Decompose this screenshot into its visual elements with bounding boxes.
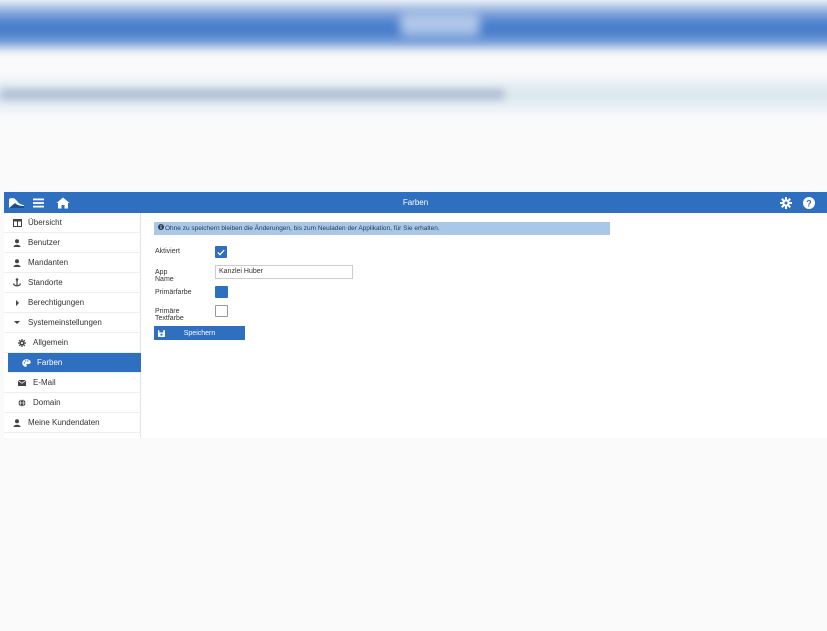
palette-icon xyxy=(21,358,31,368)
sidebar-item-email[interactable]: E-Mail xyxy=(4,373,141,393)
blurred-text xyxy=(0,89,505,100)
save-button[interactable]: Speichern xyxy=(154,326,245,340)
sidebar-item-label: Meine Kundendaten xyxy=(28,418,100,427)
sidebar-item-label: Domain xyxy=(33,398,61,407)
info-banner: Ohne zu speichern bleiben die Änderungen… xyxy=(154,222,610,235)
sidebar-item-farben[interactable]: Farben xyxy=(8,353,141,373)
sidebar-item-uebersicht[interactable]: Übersicht xyxy=(4,213,141,233)
save-button-label: Speichern xyxy=(183,329,216,337)
user-icon xyxy=(12,238,22,248)
primary-text-color-picker[interactable] xyxy=(215,305,228,317)
primary-text-color-label: Primäre Textfarbe xyxy=(155,308,184,322)
sidebar-item-label: Allgemein xyxy=(33,338,69,347)
primary-color-label: Primärfarbe xyxy=(155,289,192,296)
sidebar-item-label: Benutzer xyxy=(28,238,61,247)
sidebar-item-label: Übersicht xyxy=(28,218,62,227)
sidebar-item-standorte[interactable]: Standorte xyxy=(4,273,141,293)
activated-checkbox[interactable] xyxy=(215,246,227,258)
gear-icon[interactable] xyxy=(778,192,794,213)
sidebar-item-label: Mandanten xyxy=(28,258,69,267)
check-icon xyxy=(217,249,225,256)
gear-icon xyxy=(17,338,27,348)
primary-color-picker[interactable] xyxy=(215,286,228,298)
client-icon xyxy=(12,258,22,268)
app-name-input[interactable]: Kanzlei Huber xyxy=(215,265,353,279)
info-text: Ohne zu speichern bleiben die Änderungen… xyxy=(165,225,440,233)
hamburger-menu-icon[interactable] xyxy=(31,192,45,213)
activated-label: Aktiviert xyxy=(155,248,180,255)
globe-icon xyxy=(17,398,27,408)
app-logo-icon[interactable] xyxy=(7,192,25,213)
sidebar-item-allgemein[interactable]: Allgemein xyxy=(4,333,141,353)
sidebar-item-label: Standorte xyxy=(28,278,63,287)
sidebar-item-meine-kundendaten[interactable]: Meine Kundendaten xyxy=(4,413,141,433)
sidebar-item-label: Systemeinstellungen xyxy=(28,318,102,327)
svg-text:?: ? xyxy=(806,198,812,208)
envelope-icon xyxy=(17,378,27,388)
sidebar-item-label: Berechtigungen xyxy=(28,298,85,307)
sidebar-item-label: Farben xyxy=(37,358,63,367)
blurred-title xyxy=(400,14,480,36)
dashboard-icon xyxy=(12,218,22,228)
top-bar: Farben ? xyxy=(4,192,827,213)
sidebar-item-berechtigungen[interactable]: Berechtigungen xyxy=(4,293,141,313)
sidebar-item-label: E-Mail xyxy=(33,378,56,387)
help-icon[interactable]: ? xyxy=(801,192,817,213)
info-icon xyxy=(158,222,164,235)
blurred-background xyxy=(0,0,827,190)
caret-right-icon xyxy=(12,298,22,308)
app-window: Farben ? Übersicht Benutzer Mandanten St… xyxy=(4,192,827,438)
sidebar: Übersicht Benutzer Mandanten Standorte B… xyxy=(4,213,141,438)
sidebar-item-systemeinstellungen[interactable]: Systemeinstellungen xyxy=(4,313,141,333)
user-icon xyxy=(12,418,22,428)
home-icon[interactable] xyxy=(55,192,71,213)
location-icon xyxy=(12,278,22,288)
sidebar-item-domain[interactable]: Domain xyxy=(4,393,141,413)
page-title: Farben xyxy=(402,198,429,207)
sidebar-item-benutzer[interactable]: Benutzer xyxy=(4,233,141,253)
app-name-label: App Name xyxy=(155,269,174,283)
sidebar-item-mandanten[interactable]: Mandanten xyxy=(4,253,141,273)
caret-down-icon xyxy=(12,318,22,328)
